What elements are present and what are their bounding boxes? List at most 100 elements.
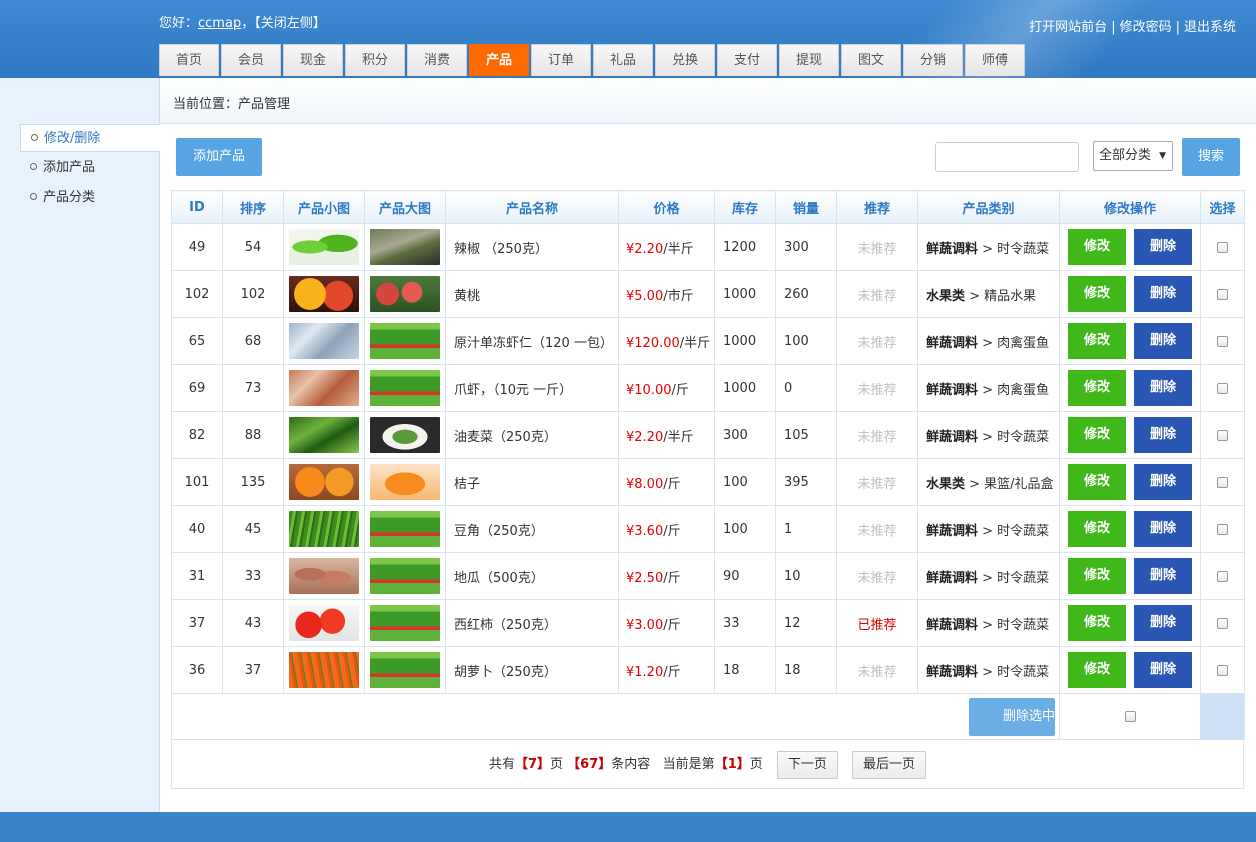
row-checkbox[interactable] (1217, 664, 1228, 676)
tab-5[interactable]: 产品 (469, 44, 529, 76)
delete-button[interactable]: 删除 (1134, 605, 1192, 641)
edit-button[interactable]: 修改 (1068, 652, 1126, 688)
tab-13[interactable]: 师傅 (965, 44, 1025, 76)
delete-button[interactable]: 删除 (1134, 464, 1192, 500)
tab-10[interactable]: 提现 (779, 44, 839, 76)
column-header: 修改操作 (1059, 190, 1201, 224)
cell-stock: 33 (714, 599, 776, 647)
recommend-status[interactable]: 未推荐 (857, 430, 896, 445)
recommend-status[interactable]: 未推荐 (857, 571, 896, 586)
delete-button[interactable]: 删除 (1134, 652, 1192, 688)
recommend-status[interactable]: 未推荐 (857, 336, 896, 351)
row-checkbox[interactable] (1217, 617, 1228, 629)
product-big-image (370, 417, 440, 453)
tab-6[interactable]: 订单 (531, 44, 591, 76)
edit-button[interactable]: 修改 (1068, 558, 1126, 594)
search-input[interactable] (935, 142, 1079, 172)
tab-0[interactable]: 首页 (159, 44, 219, 76)
tab-9[interactable]: 支付 (717, 44, 777, 76)
cell-stock: 100 (714, 505, 776, 553)
recommend-status[interactable]: 未推荐 (857, 665, 896, 680)
cell-price: ¥3.60/斤 (618, 505, 715, 553)
price-value: ¥8.00 (626, 476, 664, 492)
row-checkbox[interactable] (1217, 382, 1228, 394)
category-main: 鲜蔬调料 (926, 570, 979, 586)
cell-sort: 135 (222, 458, 284, 506)
add-product-button[interactable]: 添加产品 (176, 138, 262, 176)
recommend-status[interactable]: 未推荐 (857, 524, 896, 539)
tab-3[interactable]: 积分 (345, 44, 405, 76)
recommend-status[interactable]: 未推荐 (857, 383, 896, 398)
tab-7[interactable]: 礼品 (593, 44, 653, 76)
delete-button[interactable]: 删除 (1134, 323, 1192, 359)
sidebar-item-edit-delete[interactable]: 修改/删除 (20, 124, 160, 152)
category-main: 鲜蔬调料 (926, 335, 979, 351)
cell-big-image (364, 552, 446, 600)
edit-button[interactable]: 修改 (1068, 323, 1126, 359)
next-page-button[interactable]: 下一页 (776, 750, 838, 779)
edit-button[interactable]: 修改 (1068, 511, 1126, 547)
product-table: ID 排序 产品小图 产品大图 产品名称 价格 库存 销量 推荐 产品类别 修改操作 选择 49 54 辣… (171, 190, 1245, 740)
cell-recommend[interactable]: 未推荐 (836, 411, 918, 459)
tab-4[interactable]: 消费 (407, 44, 467, 76)
cell-recommend[interactable]: 未推荐 (836, 552, 918, 600)
cell-big-image (364, 317, 446, 365)
row-checkbox[interactable] (1217, 288, 1228, 300)
delete-button[interactable]: 删除 (1134, 229, 1192, 265)
recommend-status[interactable]: 未推荐 (857, 242, 896, 257)
search-button[interactable]: 搜索 (1182, 138, 1240, 176)
delete-button[interactable]: 删除 (1134, 417, 1192, 453)
username-link[interactable]: ccmap (198, 16, 241, 31)
edit-button[interactable]: 修改 (1068, 417, 1126, 453)
delete-button[interactable]: 删除 (1134, 370, 1192, 406)
greeting-prefix: 您好： (159, 16, 199, 31)
recommend-status[interactable]: 未推荐 (857, 289, 896, 304)
product-small-image (289, 229, 359, 265)
row-checkbox[interactable] (1217, 429, 1228, 441)
tab-11[interactable]: 图文 (841, 44, 901, 76)
edit-button[interactable]: 修改 (1068, 605, 1126, 641)
delete-button[interactable]: 删除 (1134, 558, 1192, 594)
category-select[interactable]: 全部分类 ▼ (1093, 141, 1173, 171)
cell-recommend[interactable]: 未推荐 (836, 505, 918, 553)
cell-price: ¥2.50/斤 (618, 552, 715, 600)
edit-button[interactable]: 修改 (1068, 276, 1126, 312)
row-checkbox[interactable] (1217, 241, 1228, 253)
delete-button[interactable]: 删除 (1134, 511, 1192, 547)
row-checkbox[interactable] (1217, 570, 1228, 582)
last-page-button[interactable]: 最后一页 (852, 750, 927, 779)
tab-1[interactable]: 会员 (221, 44, 281, 76)
sidebar-item-product-category[interactable]: 产品分类 (20, 184, 160, 212)
cell-sales: 100 (775, 317, 837, 365)
recommend-status[interactable]: 已推荐 (857, 618, 896, 633)
circle-bullet-icon (30, 163, 37, 170)
edit-button[interactable]: 修改 (1068, 464, 1126, 500)
cell-sort: 45 (222, 505, 284, 553)
cell-recommend[interactable]: 未推荐 (836, 223, 918, 271)
tab-8[interactable]: 兑换 (655, 44, 715, 76)
price-unit: /半斤 (679, 335, 711, 351)
category-sub: > 果篮/礼品盒 (965, 476, 1054, 492)
tab-2[interactable]: 现金 (283, 44, 343, 76)
delete-selected-button[interactable]: 删除选中 (969, 697, 1055, 736)
close-left-link[interactable]: 【关闭左侧】 (254, 16, 326, 31)
select-all-checkbox[interactable] (1124, 711, 1136, 722)
cell-recommend[interactable]: 未推荐 (836, 646, 918, 694)
tab-12[interactable]: 分销 (903, 44, 963, 76)
recommend-status[interactable]: 未推荐 (857, 477, 896, 492)
cell-recommend[interactable]: 未推荐 (836, 317, 918, 365)
cell-recommend[interactable]: 未推荐 (836, 270, 918, 318)
change-password-link[interactable]: 修改密码 (1120, 20, 1172, 35)
cell-recommend[interactable]: 未推荐 (836, 458, 918, 506)
cell-recommend[interactable]: 已推荐 (836, 599, 918, 647)
row-checkbox[interactable] (1217, 523, 1228, 535)
row-checkbox[interactable] (1217, 335, 1228, 347)
delete-button[interactable]: 删除 (1134, 276, 1192, 312)
edit-button[interactable]: 修改 (1068, 229, 1126, 265)
logout-link[interactable]: 退出系统 (1184, 20, 1236, 35)
cell-recommend[interactable]: 未推荐 (836, 364, 918, 412)
sidebar-item-add-product[interactable]: 添加产品 (20, 154, 160, 182)
edit-button[interactable]: 修改 (1068, 370, 1126, 406)
row-checkbox[interactable] (1217, 476, 1228, 488)
open-frontend-link[interactable]: 打开网站前台 (1029, 20, 1107, 35)
